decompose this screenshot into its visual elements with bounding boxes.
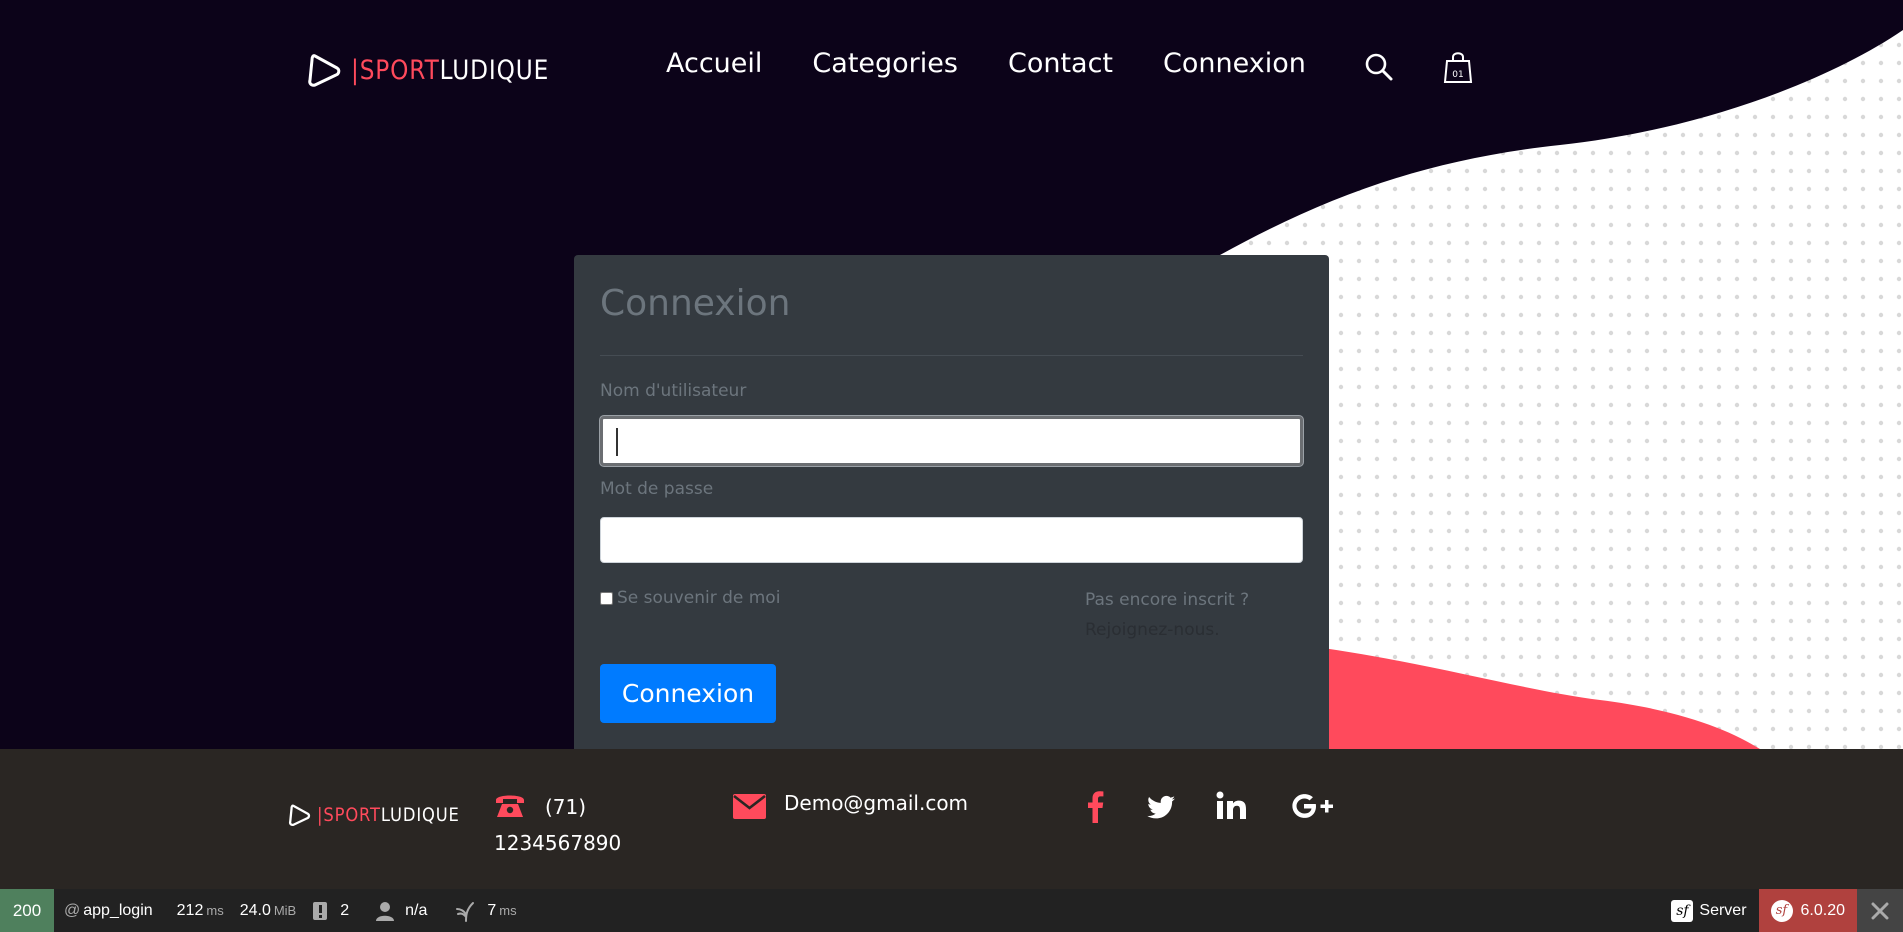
signup-text: Pas encore inscrit ?: [1085, 590, 1250, 610]
footer-email[interactable]: Demo@gmail.com: [784, 791, 968, 815]
phone-area-code: (71): [545, 795, 587, 819]
header-logo[interactable]: |SPORTLUDIQUE: [305, 50, 581, 90]
login-submit-button[interactable]: Connexion: [600, 664, 776, 723]
time-item[interactable]: 212 ms: [177, 902, 224, 920]
footer-phone: (71) 1234567890: [494, 789, 644, 861]
route-name: app_login: [83, 901, 153, 919]
server-label: Server: [1699, 901, 1747, 919]
memory-item[interactable]: 24.0 MiB: [240, 902, 297, 920]
nav-link-contact[interactable]: Contact: [1008, 48, 1113, 79]
logo-mark-icon: [308, 54, 341, 87]
twig-icon: [456, 901, 475, 922]
route-item[interactable]: @ app_login: [64, 902, 153, 920]
time-value: 212: [176, 901, 204, 919]
nav-link-accueil[interactable]: Accueil: [666, 48, 762, 79]
brand-name: |SPORTLUDIQUE: [351, 54, 550, 86]
footer-brand-name: |SPORTLUDIQUE: [317, 804, 460, 826]
nav-link-categories[interactable]: Categories: [812, 48, 958, 79]
text-caret: [616, 428, 618, 456]
remember-me-label: Se souvenir de moi: [617, 588, 781, 608]
render-value: 7: [487, 901, 497, 919]
symfony-version: 6.0.20: [1800, 901, 1845, 919]
logs-count: 2: [340, 901, 350, 919]
symfony-version-item[interactable]: sf 6.0.20: [1758, 889, 1857, 932]
memory-unit: MiB: [273, 903, 297, 918]
login-form: Connexion Nom d'utilisateur Mot de passe…: [574, 255, 1329, 749]
signup-link[interactable]: Rejoignez-nous.: [1085, 615, 1249, 645]
title-divider: [600, 355, 1303, 356]
server-item[interactable]: sf Server: [1659, 889, 1758, 932]
envelope-icon: [733, 794, 766, 819]
site-footer: |SPORTLUDIQUE (71) 1234567890 Demo@gmail…: [0, 749, 1903, 889]
username-input[interactable]: [600, 416, 1303, 466]
time-unit: ms: [206, 903, 224, 918]
shopping-bag-icon[interactable]: 01: [1443, 50, 1473, 84]
phone-number: 1234567890: [494, 831, 622, 855]
symfony-logo-icon: sf: [1770, 899, 1793, 922]
status-code-badge[interactable]: 200: [0, 889, 54, 932]
user-item[interactable]: n/a: [375, 901, 427, 921]
render-item[interactable]: 7 ms: [455, 900, 517, 922]
user-value: n/a: [405, 901, 428, 919]
debug-toolbar: 200 @ app_login 212 ms 24.0 MiB 2 n/a 7 ms s…: [0, 889, 1903, 932]
render-unit: ms: [499, 903, 517, 918]
user-icon: [376, 901, 395, 921]
nav-link-connexion[interactable]: Connexion: [1163, 48, 1306, 79]
remember-me: Se souvenir de moi: [600, 588, 780, 608]
close-toolbar-button[interactable]: [1857, 889, 1903, 932]
twitter-icon[interactable]: [1146, 789, 1176, 823]
memory-value: 24.0: [239, 901, 271, 919]
password-input[interactable]: [600, 517, 1303, 563]
debug-toolbar-right: sf Server sf 6.0.20: [1659, 889, 1903, 932]
svg-text:01: 01: [1452, 70, 1463, 80]
username-label: Nom d'utilisateur: [600, 381, 747, 401]
login-title: Connexion: [600, 283, 791, 324]
footer-logo[interactable]: |SPORTLUDIQUE: [287, 802, 483, 828]
password-label: Mot de passe: [600, 479, 714, 499]
main-nav: Accueil Categories Contact Connexion: [666, 48, 1356, 79]
symfony-logo-icon: sf: [1671, 899, 1694, 922]
signup-prompt: Pas encore inscrit ? Rejoignez-nous.: [1085, 585, 1249, 645]
search-icon[interactable]: [1364, 52, 1394, 82]
logs-icon: [313, 901, 328, 920]
remember-me-checkbox[interactable]: [600, 591, 613, 605]
google-plus-icon[interactable]: [1291, 789, 1335, 823]
facebook-icon[interactable]: [1086, 789, 1104, 823]
close-icon: [1871, 902, 1889, 919]
linkedin-icon[interactable]: [1216, 789, 1248, 823]
logo-mark-icon: [288, 804, 311, 827]
logs-item[interactable]: 2: [312, 901, 349, 921]
